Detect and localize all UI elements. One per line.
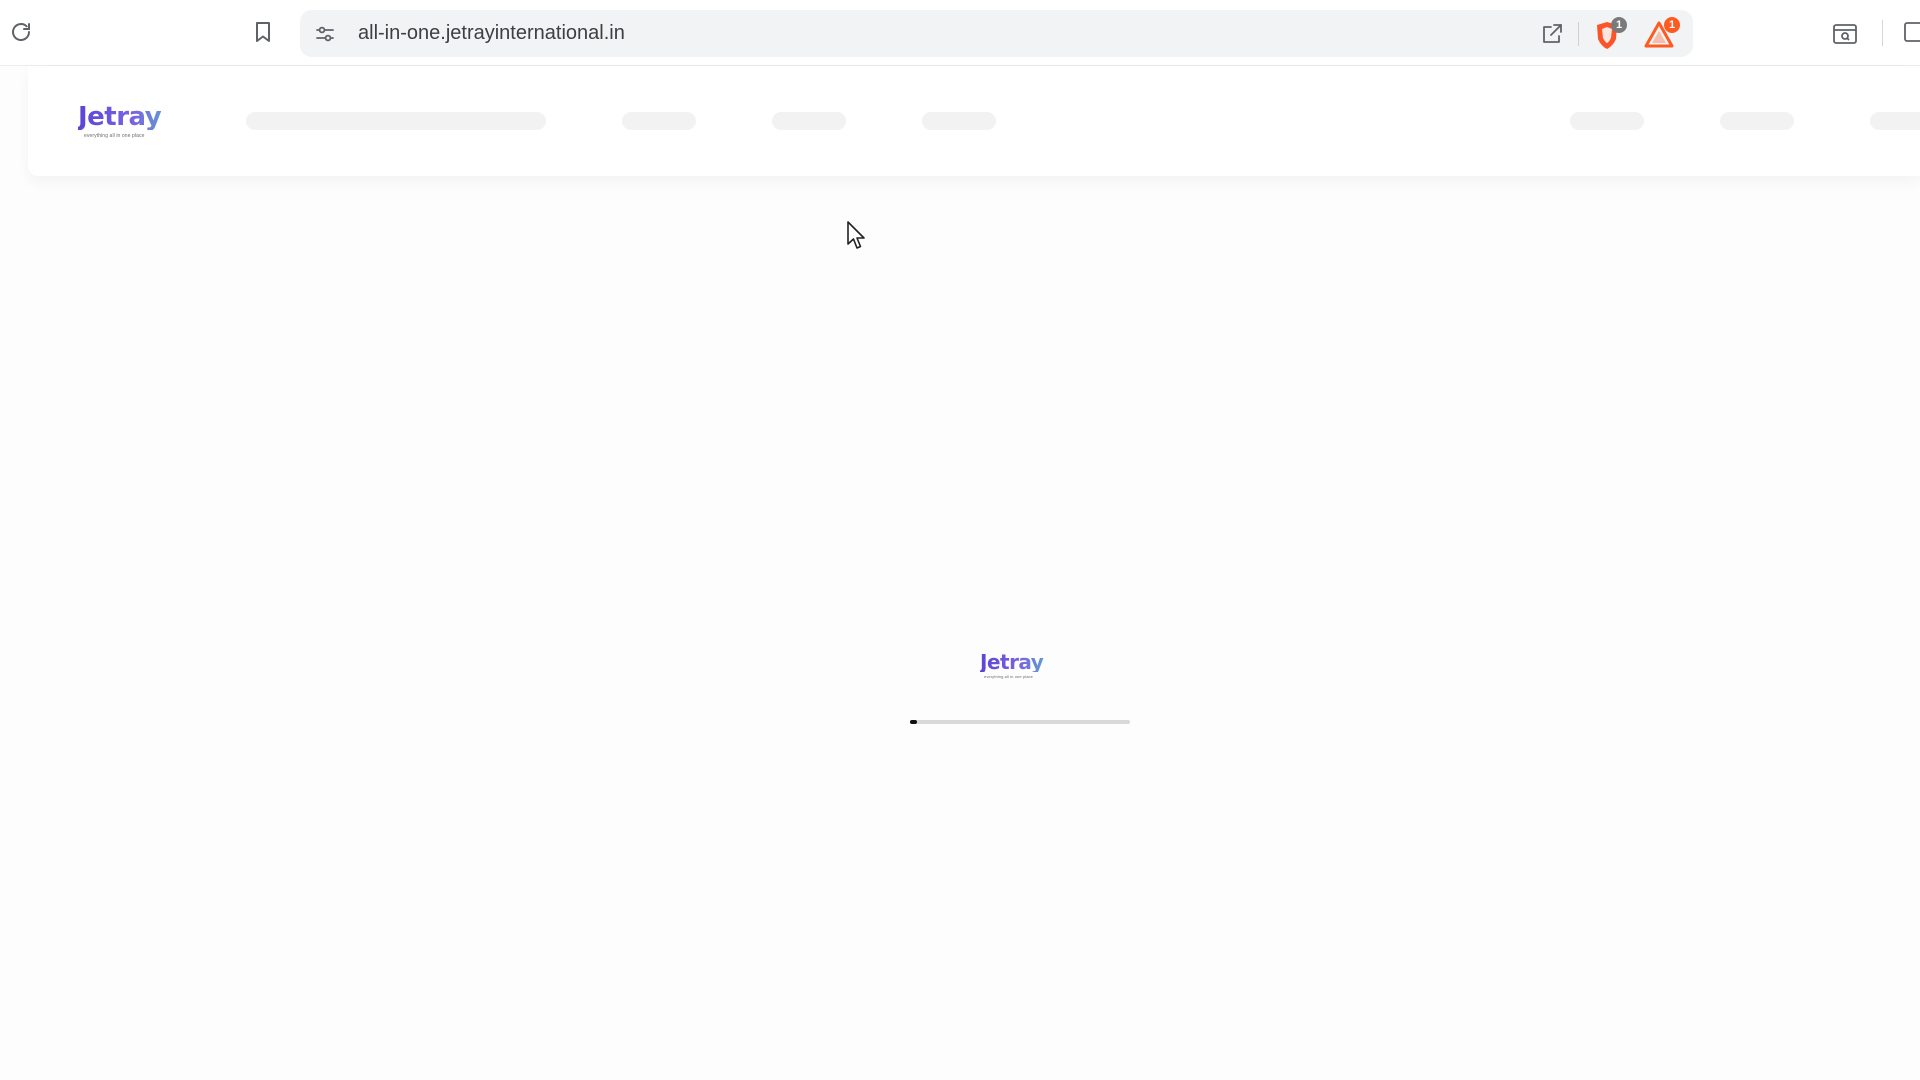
nav-skeleton-item [1720,112,1794,130]
share-icon[interactable] [1538,20,1566,48]
site-header: Jetray everything all in one place [28,66,1920,176]
browser-toolbar: all-in-one.jetrayinternational.in 1 1 [0,0,1920,66]
nav-skeleton-item [622,112,696,130]
mouse-cursor-icon [846,220,868,252]
logo-text: Jetray [78,104,188,130]
window-icon[interactable] [1902,19,1920,49]
reload-icon[interactable] [6,17,36,47]
loading-progress-bar [910,720,1130,724]
toolbar-divider [1882,20,1883,46]
nav-skeleton-item [922,112,996,130]
shields-badge: 1 [1611,17,1627,33]
logo-tagline: everything all in one place [84,133,145,139]
brave-shield-icon[interactable]: 1 [1592,17,1627,51]
page-loader: Jetray everything all in one place [910,652,1130,732]
address-bar[interactable]: all-in-one.jetrayinternational.in 1 1 [300,10,1693,57]
nav-skeleton-search [246,112,546,130]
loading-progress-fill [910,720,917,724]
loader-logo-text: Jetray [980,652,1060,672]
site-logo[interactable]: Jetray everything all in one place [78,104,188,144]
rewards-badge: 1 [1664,17,1680,33]
nav-skeleton-item [1570,112,1644,130]
rewards-triangle-icon[interactable]: 1 [1644,17,1680,51]
url-text[interactable]: all-in-one.jetrayinternational.in [358,10,625,57]
omnibox-divider [1578,22,1579,46]
loader-logo: Jetray everything all in one place [980,652,1060,684]
bookmark-icon[interactable] [248,17,278,47]
tune-icon[interactable] [312,21,338,47]
nav-skeleton-item [772,112,846,130]
loader-logo-tagline: everything all in one place [984,674,1033,679]
nav-skeleton-item [1870,112,1920,130]
side-panel-icon[interactable] [1830,19,1860,49]
